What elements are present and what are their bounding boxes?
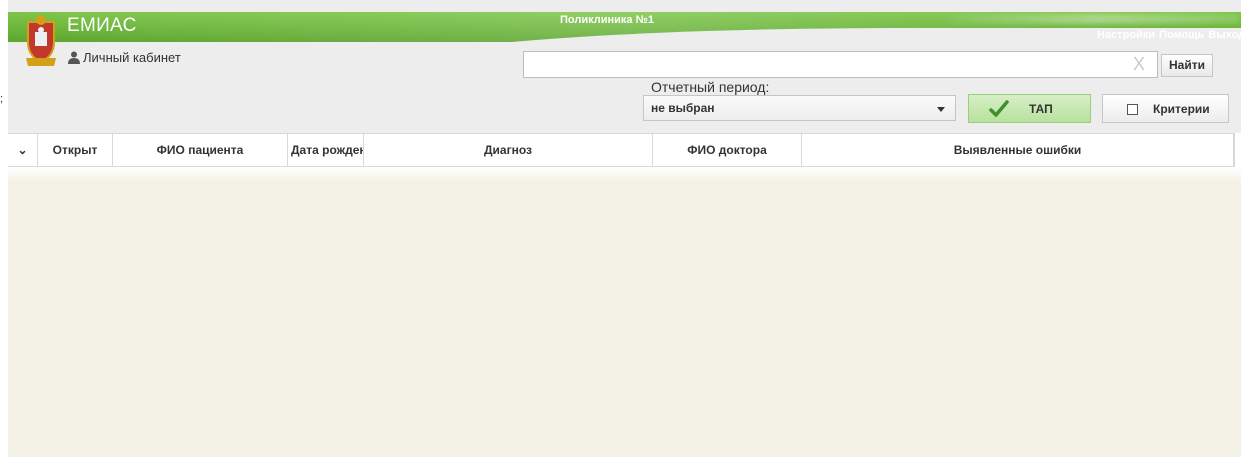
grid-header: ⌄ Открыт ФИО пациента Дата рожден Диагно…: [8, 133, 1234, 167]
period-label: Отчетный период:: [651, 79, 770, 95]
period-select[interactable]: не выбран: [643, 95, 956, 121]
checkmark-icon: [989, 100, 1009, 117]
grid-body: [8, 167, 1241, 457]
column-diagnosis[interactable]: Диагноз: [364, 134, 653, 166]
app-title: ЕМИАС: [67, 15, 137, 36]
column-errors[interactable]: Выявленные ошибки: [802, 134, 1234, 166]
column-birthdate[interactable]: Дата рожден: [288, 134, 364, 166]
period-value: не выбран: [651, 101, 715, 115]
chevron-down-icon: [937, 107, 945, 112]
expand-column-header[interactable]: ⌄: [8, 134, 38, 166]
find-button[interactable]: Найти: [1161, 54, 1213, 77]
help-link[interactable]: Помощь: [1159, 29, 1204, 41]
clinic-name: Поликлиника №1: [560, 14, 654, 26]
settings-link[interactable]: Настройки: [1097, 29, 1155, 41]
column-patient-name[interactable]: ФИО пациента: [113, 134, 288, 166]
logout-link[interactable]: Выход: [1208, 29, 1241, 41]
column-opened[interactable]: Открыт: [38, 134, 113, 166]
top-links: Настройки Помощь Выход: [1097, 29, 1241, 41]
criteria-label: Критерии: [1153, 102, 1210, 116]
chevron-down-icon: ⌄: [17, 143, 28, 157]
tap-label: ТАП: [1029, 102, 1053, 116]
column-doctor[interactable]: ФИО доктора: [653, 134, 802, 166]
emias-window: ЕМИАС Поликлиника №1 Настройки Помощь Выхо…: [0, 0, 1241, 457]
clear-search-icon[interactable]: X: [1133, 54, 1145, 74]
personal-cabinet-link[interactable]: Личный кабинет: [68, 50, 181, 65]
search-input[interactable]: [523, 51, 1158, 78]
side-mark: ;: [0, 93, 4, 105]
blurred-user-info: [950, 14, 1240, 24]
user-icon: [68, 51, 80, 64]
coat-of-arms-logo: [26, 15, 56, 66]
cabinet-label: Личный кабинет: [83, 50, 181, 65]
criteria-button[interactable]: Критерии: [1102, 94, 1229, 123]
checkbox-icon: [1127, 104, 1138, 115]
tap-button[interactable]: ТАП: [968, 94, 1091, 123]
